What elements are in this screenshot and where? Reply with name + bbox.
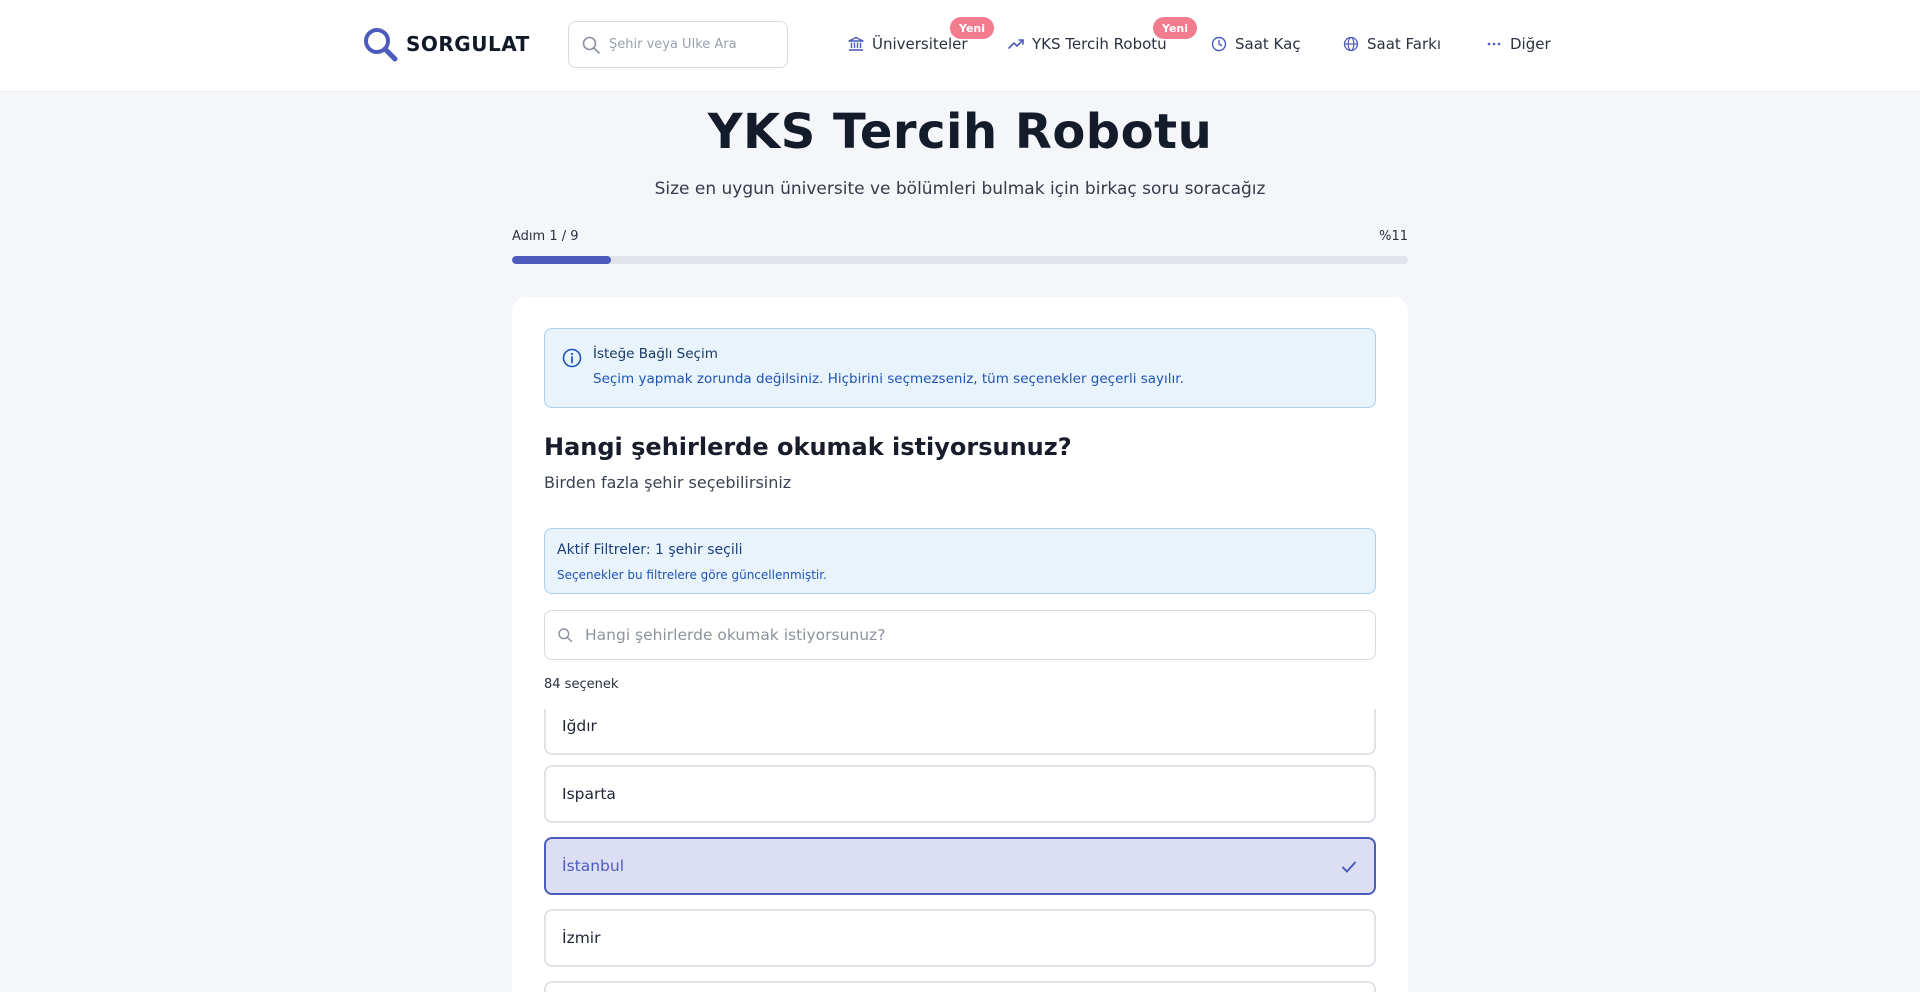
clock-icon	[1211, 36, 1227, 52]
question-card: İsteğe Bağlı Seçim Seçim yapmak zorunda …	[512, 297, 1408, 992]
active-filters-box: Aktif Filtreler: 1 şehir seçili Seçenekl…	[544, 528, 1376, 594]
ellipsis-icon	[1487, 42, 1501, 46]
notice-title: İsteğe Bağlı Seçim	[593, 346, 718, 362]
search-icon	[558, 628, 573, 643]
city-option[interactable]	[544, 981, 1376, 992]
nav-saat-farki[interactable]: Saat Farkı	[1343, 32, 1441, 56]
page-title: YKS Tercih Robotu	[707, 104, 1213, 160]
city-option-label: Iğdır	[562, 717, 597, 735]
progress-percent: %11	[1379, 229, 1408, 244]
trending-up-icon	[1008, 39, 1024, 49]
bank-building-icon	[848, 36, 864, 51]
city-country-search[interactable]	[568, 21, 788, 68]
progress-bar	[512, 256, 1408, 264]
city-option-label: Isparta	[562, 785, 616, 803]
active-filters-title: Aktif Filtreler: 1 şehir seçili	[557, 542, 743, 558]
progress-bar-fill	[512, 256, 612, 264]
city-options-list[interactable]: Iğdır Isparta İstanbul İzmir	[544, 709, 1376, 992]
city-option-label: İzmir	[562, 929, 601, 947]
top-navbar: SORGULAT Üniversiteler Yeni YKS Tercih R…	[0, 0, 1920, 92]
question-subtitle: Birden fazla şehir seçebilirsiniz	[544, 473, 792, 492]
question-title: Hangi şehirlerde okumak istiyorsunuz?	[544, 433, 1072, 461]
nav-universities[interactable]: Üniversiteler	[848, 32, 968, 56]
search-icon	[582, 36, 600, 54]
new-badge: Yeni	[1153, 17, 1198, 39]
nav-diger-label: Diğer	[1510, 35, 1551, 53]
city-option-label: İstanbul	[562, 857, 625, 875]
nav-saat-farki-label: Saat Farkı	[1367, 35, 1442, 53]
nav-tercih-label: YKS Tercih Robotu	[1032, 35, 1167, 53]
active-filters-text: Seçenekler bu filtrelere göre güncellenm…	[557, 568, 827, 582]
city-option[interactable]: Iğdır	[544, 709, 1376, 755]
check-icon	[1342, 861, 1356, 873]
logo-magnifier-icon	[364, 28, 398, 62]
logo-text: SORGULAT	[406, 32, 530, 56]
option-count: 84 seçenek	[544, 677, 619, 692]
nav-universities-label: Üniversiteler	[872, 35, 968, 53]
globe-icon	[1343, 36, 1359, 52]
city-search-input[interactable]	[585, 626, 1365, 644]
nav-saat-kac[interactable]: Saat Kaç	[1211, 32, 1301, 56]
city-filter-search[interactable]	[544, 610, 1376, 660]
nav-diger[interactable]: Diğer	[1486, 32, 1551, 56]
city-option[interactable]: Isparta	[544, 765, 1376, 823]
optional-selection-notice: İsteğe Bağlı Seçim Seçim yapmak zorunda …	[544, 328, 1376, 408]
brand-logo[interactable]: SORGULAT	[362, 26, 530, 62]
page-subtitle: Size en uygun üniversite ve bölümleri bu…	[654, 179, 1266, 199]
nav-tercih-robotu[interactable]: YKS Tercih Robotu	[1008, 32, 1167, 56]
city-option[interactable]: İzmir	[544, 909, 1376, 967]
city-option-selected[interactable]: İstanbul	[544, 837, 1376, 895]
notice-text: Seçim yapmak zorunda değilsiniz. Hiçbiri…	[593, 371, 1184, 387]
nav-saat-kac-label: Saat Kaç	[1235, 35, 1301, 53]
info-circle-icon	[562, 348, 582, 368]
search-input[interactable]	[609, 37, 779, 52]
new-badge: Yeni	[950, 17, 995, 39]
step-indicator: Adım 1 / 9	[512, 229, 579, 244]
